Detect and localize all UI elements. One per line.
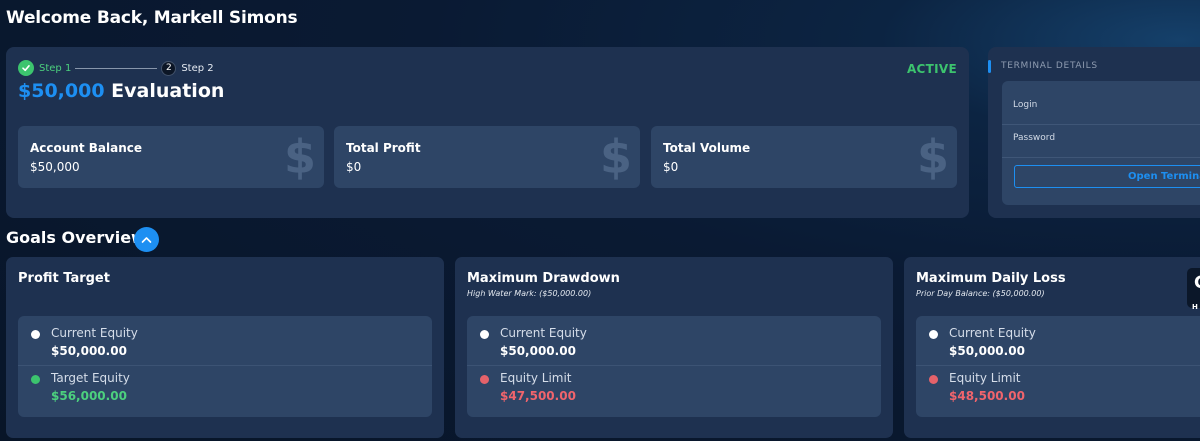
dollar-icon: $ [283, 130, 316, 184]
status-dot [929, 330, 938, 339]
goal-title: Profit Target [18, 271, 110, 286]
goal-title: Maximum Drawdown [467, 271, 620, 286]
login-field[interactable]: Login [1013, 100, 1037, 110]
goals-overview-title: Goals Overview [6, 228, 146, 247]
goal-card-maximum-daily-loss: Maximum Daily Loss Prior Day Balance: ($… [904, 257, 1200, 438]
status-dot [480, 375, 489, 384]
goal-row: Equity Limit $47,500.00 [467, 361, 881, 409]
side-widget-glyph: C [1194, 273, 1200, 293]
stat-total-volume: Total Volume $0 $ [651, 126, 957, 188]
terminal-form: Login Password Open Terminal [1002, 81, 1200, 205]
goal-metrics: Current Equity $50,000.00 Equity Limit $… [916, 316, 1200, 417]
goal-row-label: Current Equity [500, 326, 587, 340]
stat-account-balance: Account Balance $50,000 $ [18, 126, 324, 188]
welcome-heading: Welcome Back, Markell Simons [6, 8, 298, 28]
status-dot [929, 375, 938, 384]
goal-row-value: $50,000.00 [51, 344, 127, 358]
field-divider [1002, 157, 1200, 158]
goal-card-profit-target: Profit Target Current Equity $50,000.00 … [6, 257, 444, 438]
collapse-goals-button[interactable] [134, 227, 159, 252]
status-dot [31, 330, 40, 339]
goal-row-label: Current Equity [51, 326, 138, 340]
stat-title: Total Profit [346, 141, 421, 155]
stat-total-profit: Total Profit $0 $ [334, 126, 640, 188]
evaluation-title-suffix: Evaluation [111, 80, 225, 102]
stat-title: Account Balance [30, 141, 143, 155]
goal-row: Target Equity $56,000.00 [18, 361, 432, 409]
step2-number: 2 [161, 60, 177, 76]
field-divider [1002, 124, 1200, 125]
evaluation-card: Step 1 2 Step 2 $50,000 Evaluation ACTIV… [6, 47, 969, 218]
goal-row-value: $50,000.00 [949, 344, 1025, 358]
terminal-details-title: TERMINAL DETAILS [1001, 61, 1098, 71]
goal-card-maximum-drawdown: Maximum Drawdown High Water Mark: ($50,0… [455, 257, 893, 438]
goal-row: Current Equity $50,000.00 [18, 316, 432, 364]
stat-value: $0 [663, 160, 679, 174]
terminal-details-card: TERMINAL DETAILS Login Password Open Ter… [988, 47, 1200, 218]
status-dot [31, 375, 40, 384]
goal-row: Current Equity $50,000.00 [467, 316, 881, 364]
goal-row-label: Equity Limit [949, 371, 1021, 385]
chevron-up-icon [141, 236, 152, 243]
step-connector [75, 67, 158, 69]
evaluation-amount: $50,000 [18, 80, 105, 102]
goal-metrics: Current Equity $50,000.00 Target Equity … [18, 316, 432, 417]
goal-row-value: $47,500.00 [500, 389, 576, 403]
step-progress: Step 1 2 Step 2 [18, 60, 214, 76]
evaluation-title: $50,000 Evaluation [18, 80, 224, 102]
password-field[interactable]: Password [1013, 133, 1055, 143]
goal-row: Current Equity $50,000.00 [916, 316, 1200, 364]
goal-title: Maximum Daily Loss [916, 271, 1066, 286]
step1-label: Step 1 [39, 62, 72, 74]
goal-row-label: Current Equity [949, 326, 1036, 340]
step2-label: Step 2 [181, 62, 214, 74]
goal-row-value: $50,000.00 [500, 344, 576, 358]
goal-subtitle: High Water Mark: ($50,000.00) [467, 289, 592, 298]
goal-subtitle: Prior Day Balance: ($50,000.00) [916, 289, 1045, 298]
dollar-icon: $ [599, 130, 632, 184]
dollar-icon: $ [916, 130, 949, 184]
status-badge: ACTIVE [906, 62, 957, 76]
stat-value: $0 [346, 160, 362, 174]
status-dot [480, 330, 489, 339]
side-widget-label: H [1192, 303, 1198, 311]
goal-row: Equity Limit $48,500.00 [916, 361, 1200, 409]
goal-row-value: $48,500.00 [949, 389, 1025, 403]
stat-value: $50,000 [30, 160, 80, 174]
step1-check-icon [18, 60, 34, 76]
open-terminal-button[interactable]: Open Terminal [1014, 165, 1200, 188]
goal-row-label: Equity Limit [500, 371, 572, 385]
section-accent-bar [988, 60, 991, 73]
goal-row-label: Target Equity [51, 371, 130, 385]
stat-title: Total Volume [663, 141, 751, 155]
goal-metrics: Current Equity $50,000.00 Equity Limit $… [467, 316, 881, 417]
goal-row-value: $56,000.00 [51, 389, 127, 403]
